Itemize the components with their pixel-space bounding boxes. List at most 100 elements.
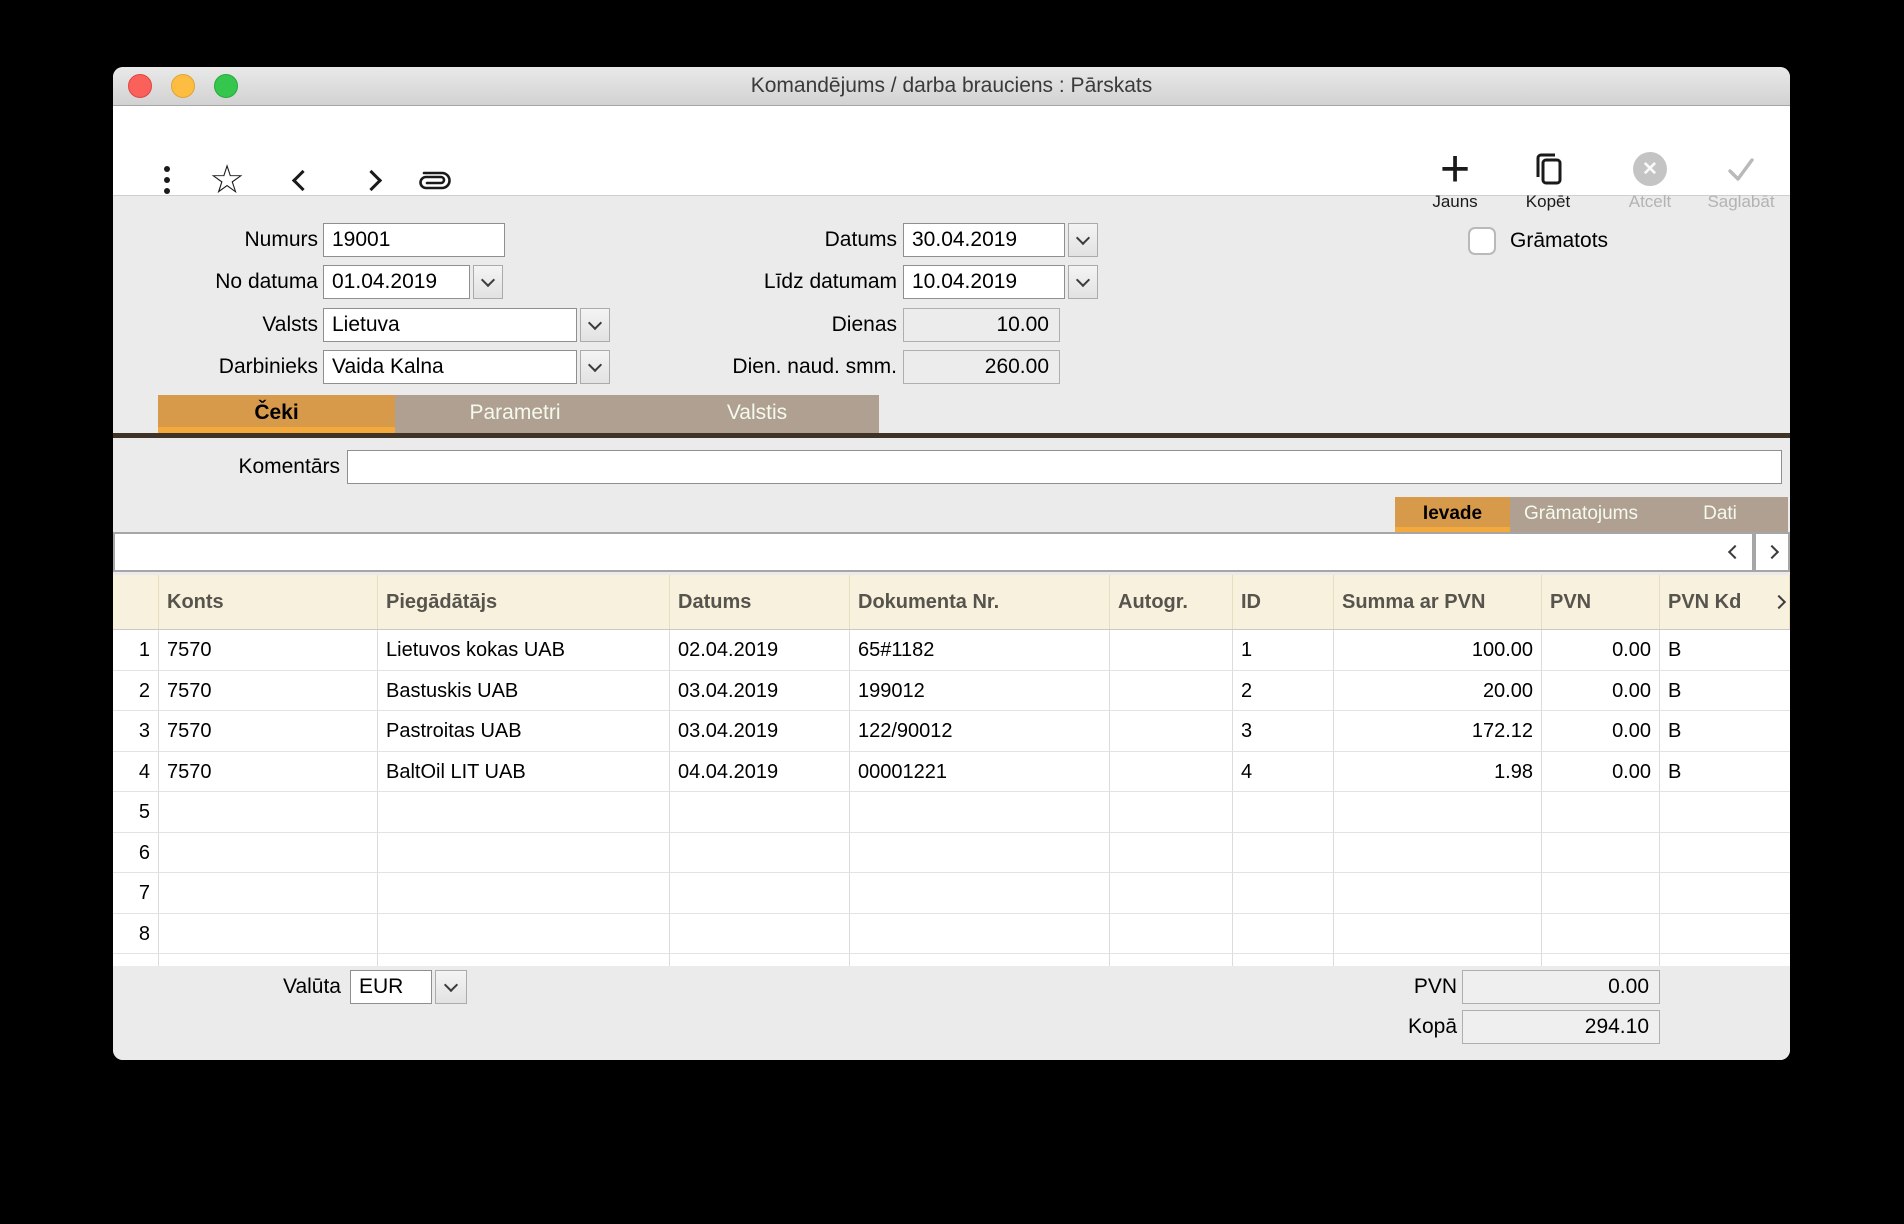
cell-piegadatajs[interactable]: BaltOil LIT UAB xyxy=(378,751,670,792)
cell-autogr[interactable] xyxy=(1110,832,1233,873)
cell-datums[interactable]: 03.04.2019 xyxy=(670,711,850,752)
valuta-input[interactable] xyxy=(350,970,432,1004)
cell-datums[interactable] xyxy=(670,913,850,954)
cell-summa_ar_pvn[interactable] xyxy=(1334,913,1542,954)
darbinieks-dropdown-button[interactable] xyxy=(580,350,610,384)
cell-piegadatajs[interactable] xyxy=(378,954,670,966)
table-row[interactable]: 4 7570 BaltOil LIT UAB 04.04.2019 00001221 4 1… xyxy=(113,751,1790,792)
tab-valstis[interactable]: Valstis xyxy=(635,395,879,433)
cell-pvn_kd[interactable]: B xyxy=(1660,752,1790,792)
new-button[interactable]: + Jauns xyxy=(1413,143,1497,212)
cell-datums[interactable] xyxy=(670,873,850,914)
attachments-icon[interactable] xyxy=(411,164,457,196)
duplicate-button[interactable]: Kopēt xyxy=(1506,148,1590,212)
cell-autogr[interactable] xyxy=(1110,873,1233,914)
table-row[interactable]: 3 7570 Pastroitas UAB 03.04.2019 122/90012 3 1… xyxy=(113,711,1790,752)
cell-pvn_kd[interactable]: B xyxy=(1660,711,1790,752)
flip-next-button[interactable] xyxy=(1754,532,1790,572)
cell-dokumenta_nr[interactable] xyxy=(850,913,1110,954)
datums-dropdown-button[interactable] xyxy=(1068,223,1098,257)
matrix-entry-bar[interactable] xyxy=(113,532,1754,572)
cell-id[interactable]: 2 xyxy=(1233,670,1334,711)
save-button[interactable]: Saglabāt xyxy=(1699,148,1783,212)
cell-id[interactable]: 3 xyxy=(1233,711,1334,752)
cell-num[interactable]: 7 xyxy=(113,873,159,914)
cell-dokumenta_nr[interactable] xyxy=(850,792,1110,833)
cell-dokumenta_nr[interactable]: 00001221 xyxy=(850,751,1110,792)
cell-pvn[interactable] xyxy=(1542,913,1660,954)
cell-konts[interactable] xyxy=(159,832,378,873)
tab-parametri[interactable]: Parametri xyxy=(395,395,635,433)
lidz-datumam-input[interactable] xyxy=(903,265,1065,299)
cell-dokumenta_nr[interactable] xyxy=(850,873,1110,914)
table-row[interactable]: 9 xyxy=(113,954,1790,966)
cell-pvn[interactable]: 0.00 xyxy=(1542,670,1660,711)
cell-num[interactable]: 2 xyxy=(113,670,159,711)
table-row[interactable]: 1 7570 Lietuvos kokas UAB 02.04.2019 65#1182… xyxy=(113,630,1790,671)
cell-piegadatajs[interactable]: Pastroitas UAB xyxy=(378,711,670,752)
cell-summa_ar_pvn[interactable] xyxy=(1334,873,1542,914)
cell-summa_ar_pvn[interactable]: 1.98 xyxy=(1334,751,1542,792)
cell-id[interactable] xyxy=(1233,832,1334,873)
cell-summa_ar_pvn[interactable]: 20.00 xyxy=(1334,670,1542,711)
cell-autogr[interactable] xyxy=(1110,751,1233,792)
cell-pvn[interactable] xyxy=(1542,792,1660,833)
cell-num[interactable]: 9 xyxy=(113,954,159,966)
cell-summa_ar_pvn[interactable] xyxy=(1334,832,1542,873)
valuta-dropdown-button[interactable] xyxy=(435,970,467,1004)
cell-datums[interactable] xyxy=(670,832,850,873)
cell-konts[interactable] xyxy=(159,873,378,914)
cell-konts[interactable] xyxy=(159,913,378,954)
subtab-gramatojums[interactable]: Grāmatojums xyxy=(1510,497,1652,532)
cell-id[interactable] xyxy=(1233,913,1334,954)
cell-pvn_kd[interactable] xyxy=(1660,833,1790,873)
gramatots-checkbox[interactable] xyxy=(1468,227,1496,255)
cell-id[interactable] xyxy=(1233,792,1334,833)
flip-previous-icon[interactable] xyxy=(1727,544,1743,560)
cell-num[interactable]: 8 xyxy=(113,913,159,954)
cell-datums[interactable] xyxy=(670,792,850,833)
cell-dokumenta_nr[interactable] xyxy=(850,954,1110,966)
cell-datums[interactable] xyxy=(670,954,850,966)
cell-num[interactable]: 6 xyxy=(113,832,159,873)
valsts-dropdown-button[interactable] xyxy=(580,308,610,342)
cell-autogr[interactable] xyxy=(1110,913,1233,954)
cell-pvn[interactable]: 0.00 xyxy=(1542,711,1660,752)
cell-pvn_kd[interactable]: B xyxy=(1660,630,1790,671)
cell-konts[interactable]: 7570 xyxy=(159,751,378,792)
cell-dokumenta_nr[interactable]: 65#1182 xyxy=(850,630,1110,671)
cell-piegadatajs[interactable] xyxy=(378,792,670,833)
cell-summa_ar_pvn[interactable] xyxy=(1334,792,1542,833)
cell-dokumenta_nr[interactable] xyxy=(850,832,1110,873)
tab-ceki[interactable]: Čeki xyxy=(158,395,395,433)
cell-dokumenta_nr[interactable]: 199012 xyxy=(850,670,1110,711)
no-datuma-input[interactable] xyxy=(323,265,470,299)
cell-autogr[interactable] xyxy=(1110,711,1233,752)
cell-datums[interactable]: 04.04.2019 xyxy=(670,751,850,792)
cell-konts[interactable]: 7570 xyxy=(159,630,378,671)
cell-autogr[interactable] xyxy=(1110,630,1233,671)
back-icon[interactable] xyxy=(287,164,317,196)
forward-icon[interactable] xyxy=(356,164,386,196)
cell-piegadatajs[interactable]: Lietuvos kokas UAB xyxy=(378,630,670,671)
cell-num[interactable]: 3 xyxy=(113,711,159,752)
cell-pvn_kd[interactable] xyxy=(1660,954,1790,966)
cell-konts[interactable]: 7570 xyxy=(159,670,378,711)
cell-summa_ar_pvn[interactable] xyxy=(1334,954,1542,966)
cell-id[interactable]: 1 xyxy=(1233,630,1334,671)
cell-autogr[interactable] xyxy=(1110,792,1233,833)
cell-summa_ar_pvn[interactable]: 100.00 xyxy=(1334,630,1542,671)
datums-input[interactable] xyxy=(903,223,1065,257)
cell-pvn_kd[interactable] xyxy=(1660,914,1790,954)
cell-piegadatajs[interactable] xyxy=(378,832,670,873)
cell-autogr[interactable] xyxy=(1110,954,1233,966)
komentars-input[interactable] xyxy=(347,450,1782,484)
subtab-ievade[interactable]: Ievade xyxy=(1395,497,1510,532)
cancel-button[interactable]: ✕ Atcelt xyxy=(1608,148,1692,212)
cell-pvn[interactable]: 0.00 xyxy=(1542,630,1660,671)
cell-num[interactable]: 4 xyxy=(113,751,159,792)
cell-pvn[interactable]: 0.00 xyxy=(1542,751,1660,792)
cell-id[interactable] xyxy=(1233,954,1334,966)
table-row[interactable]: 8 xyxy=(113,913,1790,954)
no-datuma-dropdown-button[interactable] xyxy=(473,265,503,299)
